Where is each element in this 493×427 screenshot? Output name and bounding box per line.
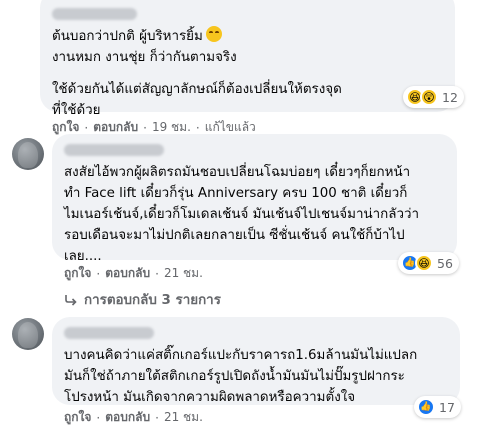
author-name-blurred[interactable] <box>64 144 164 156</box>
wow-icon: 😲 <box>420 88 438 106</box>
reaction-count: 12 <box>442 89 458 105</box>
like-button[interactable]: ถูกใจ <box>64 264 91 283</box>
avatar[interactable] <box>12 318 44 350</box>
timestamp[interactable]: 21 ชม. <box>164 264 203 283</box>
comment-bubble: สงสัยไอ้พวกผู้ผลิตรถมันชอบเปลี่ยนโฉมบ่อย… <box>52 134 457 264</box>
reaction-count: 17 <box>439 399 455 415</box>
reaction-summary[interactable]: 👍 😆 56 <box>398 252 459 274</box>
reaction-summary[interactable]: 😆 😲 12 <box>403 86 464 108</box>
comment-bubble: บางคนคิดว่าแค่สติ๊กเกอร์แปะกับราคารถ1.6ม… <box>52 317 460 405</box>
comment-text-line: ใช้ด้วยกันได้แต่สัญญาลักษณ์ก็ต้องเปลี่ยน… <box>52 82 342 97</box>
comment-text-line: รอบเดือนจะมาไม่ปกติเลยกลายเป็น ซีชั่นเช้… <box>64 228 405 243</box>
grinning-emoji-icon <box>205 26 222 42</box>
reply-arrow-icon <box>65 294 77 306</box>
comment-actions: ถูกใจ · ตอบกลับ · 21 ชม. <box>64 408 203 427</box>
view-replies-button[interactable]: การตอบกลับ 3 รายการ <box>64 289 221 310</box>
like-button[interactable]: ถูกใจ <box>64 408 91 427</box>
comment-text-line: สงสัยไอ้พวกผู้ผลิตรถมันชอบเปลี่ยนโฉมบ่อย… <box>64 165 411 180</box>
comment-text-line: ไมเนอร์เช้นจ์,เดี๋ยวก็โมเดลเช้นจ์ มันเช้… <box>64 207 420 222</box>
timestamp[interactable]: 21 ชม. <box>164 408 203 427</box>
author-name-blurred[interactable] <box>52 8 137 20</box>
reply-button[interactable]: ตอบกลับ <box>105 408 150 427</box>
reply-button[interactable]: ตอบกลับ <box>105 264 150 283</box>
comment-text-line: ทำ Face lift เดี๋ยวก็รุ่น Anniversary คร… <box>64 186 408 201</box>
comment-actions: ถูกใจ · ตอบกลับ · 21 ชม. <box>64 264 203 283</box>
replies-label: การตอบกลับ 3 รายการ <box>84 293 221 308</box>
haha-icon: 😆 <box>415 254 433 272</box>
comment-text-line: โปรงหน้า มันเกิดจากความผิดพลาดหรือความตั… <box>64 390 356 405</box>
comment-text-line: ต้นบอกว่าปกติ ผู้บริหารยิ้ม <box>52 26 443 47</box>
author-name-blurred[interactable] <box>64 327 154 339</box>
comment-text-line: งานหมก งานชุ่ย ก็ว่ากันตามจริง <box>52 50 237 65</box>
reaction-count: 56 <box>437 255 453 271</box>
comment-text-line: มันก็ใช่ถ้าภายใต้สติกเกอร์รูปเปิดถังน้ำม… <box>64 369 405 384</box>
like-icon: 👍 <box>417 398 435 416</box>
comment-bubble: ต้นบอกว่าปกติ ผู้บริหารยิ้ม งานหมก งานชุ… <box>40 0 455 118</box>
comment-text-line: บางคนคิดว่าแค่สติ๊กเกอร์แปะกับราคารถ1.6ม… <box>64 348 418 363</box>
reaction-summary[interactable]: 👍 17 <box>414 396 461 418</box>
avatar[interactable] <box>12 138 44 170</box>
